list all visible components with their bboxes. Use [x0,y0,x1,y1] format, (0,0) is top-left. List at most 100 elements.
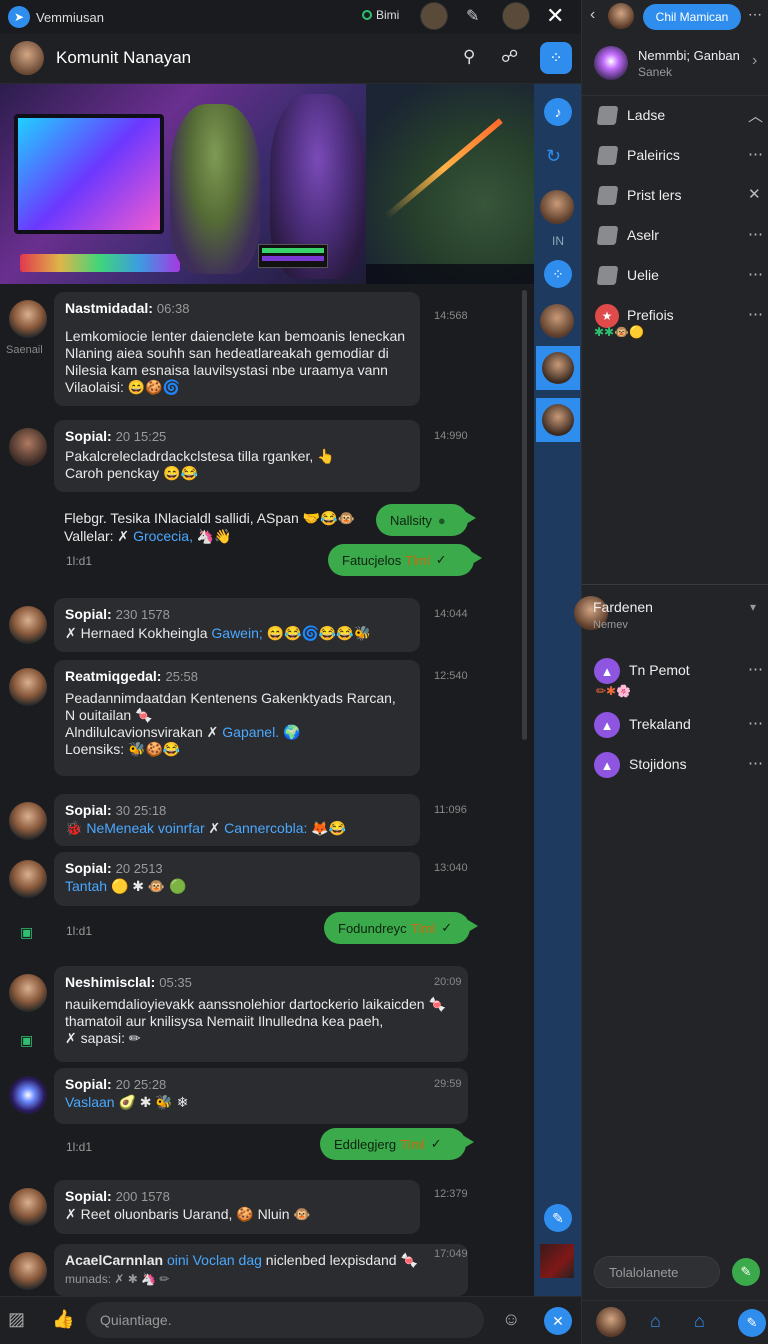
channel-item[interactable]: Aselr ⋯ [582,216,768,256]
more-icon[interactable]: ⋯ [748,305,763,323]
pin-icon[interactable]: ✎ [466,6,479,26]
apps-icon[interactable]: ⁘ [544,260,572,288]
thumbs-up-icon[interactable]: 👍 [52,1309,74,1330]
channel-pill-button[interactable]: Chil Mamican [643,4,741,30]
more-icon[interactable]: ⋯ [748,6,762,23]
close-icon[interactable]: ✕ [748,185,761,203]
message-bubble[interactable]: Reatmiqgedal: 25:58 Peadannimdaatdan Kent… [54,660,420,776]
sent-message-bubble[interactable]: Fodundreyc Tlml ✓ [324,912,478,944]
avatar[interactable] [9,606,47,644]
attachment-icon[interactable]: ▣ [20,924,33,941]
window-title: Vemmiusan [36,9,104,25]
channel-item[interactable]: Prist lers ✕ [582,176,768,216]
rail-avatar[interactable] [540,304,574,338]
message-bubble[interactable]: Sopial: 30 25:18 🐞 NeMeneak voinrfar ✗ Ca… [54,794,420,846]
avatar[interactable] [9,428,47,466]
panel-input[interactable]: Tolalolanete [594,1256,720,1288]
message-bubble[interactable]: Sopial: 20 15:25 Pakalcrelecladrdackclste… [54,420,420,492]
search-icon[interactable]: ⚲ [463,47,475,67]
channel-item[interactable]: Uelie ⋯ [582,256,768,296]
rail-game-thumbnail[interactable] [540,1244,574,1278]
sent-message-bubble[interactable]: Eddlegjerg Tlml ✓ [320,1128,474,1160]
rail-item-selected[interactable] [536,346,580,390]
more-icon[interactable]: ⋯ [748,145,763,163]
user-avatar[interactable] [596,1307,626,1337]
message-bubble[interactable]: Neshimisclal: 05:35 nauikemdalioyievakk a… [54,966,468,1062]
apps-grid-button[interactable]: ⁘ [540,42,572,74]
member-item[interactable]: ▲ Trekaland ⋯ [582,706,768,746]
message-bubble[interactable]: Sopial: 20 2513 Tantah 🟡 ✱ 🐵 🟢 [54,852,420,906]
community-avatar[interactable] [10,41,44,75]
timestamp: 14:568 [434,310,468,322]
server-name: Nemmbi; Ganban [638,48,740,63]
compose-icon[interactable]: ✎ [738,1309,766,1337]
close-composer-button[interactable]: ✕ [544,1307,572,1335]
members-section-header[interactable]: Fardenen Nemev ▾ [574,590,768,640]
more-icon[interactable]: ⋯ [748,225,763,243]
rail-item[interactable] [536,398,580,442]
avatar[interactable] [9,1188,47,1226]
connection-status[interactable]: Bimi [362,8,399,22]
status-label: Bimi [376,8,400,22]
attachment-icon[interactable]: ▣ [20,1032,33,1049]
avatar[interactable] [9,668,47,706]
notifications-icon[interactable]: ⌂ [694,1311,705,1332]
avatar[interactable] [9,300,47,338]
image-icon[interactable]: ▨ [8,1309,25,1330]
message: Sopial: 20 25:28 Vaslaan 🥑 ✱ 🐝 ❄ 29:59 [0,1068,534,1128]
more-icon[interactable]: ⋯ [748,660,763,678]
message-bubble[interactable]: Sopial: 230 1578 ✗ Hernaed Kokheingla Gaw… [54,598,420,652]
sent-message-bubble[interactable]: Fatucjelos Tlml ✓ [328,544,482,576]
more-icon[interactable]: ⋯ [748,754,763,772]
channel-icon [596,226,619,245]
avatar [542,352,574,384]
wizard-hat-icon: ▲ [594,752,620,778]
avatar[interactable] [9,1252,47,1290]
compose-icon[interactable]: ✎ [544,1204,572,1232]
avatar[interactable] [9,802,47,840]
channel-item[interactable]: Ladse ︿ [582,96,768,136]
music-icon[interactable]: ♪ [544,98,572,126]
server-profile[interactable]: Nemmbi; Ganban Sanek › [582,34,768,96]
avatar[interactable] [608,3,634,29]
timestamp: 17:049 [434,1248,468,1260]
composer-bar: ▨ 👍 Quiantiage. ☺ ✕ [0,1296,581,1344]
divider [582,584,768,585]
timestamp: 29:59 [434,1078,462,1090]
rail-avatar[interactable] [540,190,574,224]
avatar [542,404,574,436]
more-icon[interactable]: ⋯ [748,714,763,732]
message-text: Peadannimdaatdan Kentenens Gakenktyads R… [65,690,396,706]
avatar[interactable] [9,860,47,898]
member-item[interactable]: ▲ Tn Pemot ⋯ ✏✱🌸 [582,652,768,700]
sender-side-label: Saenail [6,344,43,356]
more-icon[interactable]: ⋯ [748,265,763,283]
message-input[interactable]: Quiantiage. [86,1302,484,1338]
sender-name: Sopial: 20 15:25 [65,428,167,444]
chevron-down-icon[interactable]: ▾ [750,600,756,614]
chevron-up-icon[interactable]: ︿ [748,105,763,126]
back-chevron-icon[interactable]: ‹ [590,6,595,24]
message-list[interactable]: Saenail Nastmidadal: 06:38 Lemkomiocie le… [0,284,534,1296]
message-bubble[interactable]: AcaelCarnnlan oini Voclan dag niclenbed … [54,1244,468,1296]
message-bubble[interactable]: Sopial: 20 25:28 Vaslaan 🥑 ✱ 🐝 ❄ [54,1068,468,1124]
avatar[interactable] [9,1076,47,1114]
avatar[interactable] [502,2,530,30]
message-bubble[interactable]: Nastmidadal: 06:38 Lemkomiocie lenter dai… [54,292,420,406]
sent-message-bubble[interactable]: Nallsity ● [376,504,476,536]
sender-name: Sopial: 230 1578 [65,606,170,622]
home-icon[interactable]: ⌂ [650,1311,661,1332]
avatar[interactable] [9,974,47,1012]
members-icon[interactable]: ☍ [501,47,518,67]
channel-item[interactable]: Paleirics ⋯ [582,136,768,176]
close-icon[interactable]: ✕ [546,3,564,29]
message-bubble[interactable]: Sopial: 200 1578 ✗ Reet oluonbaris Uarand… [54,1180,420,1234]
refresh-icon[interactable]: ↻ [546,146,561,167]
emoji-reactions: 🦊😂 [311,820,347,836]
member-item[interactable]: ▲ Stojidons ⋯ [582,746,768,786]
avatar[interactable] [420,2,448,30]
channel-item[interactable]: ★ Prefiois ⋯ ✱✱🐵🟡 [582,296,768,350]
emoji-picker-icon[interactable]: ☺ [502,1309,520,1330]
message-text: Tantah 🟡 ✱ 🐵 🟢 [65,878,187,894]
compose-button[interactable]: ✎ [732,1258,760,1286]
